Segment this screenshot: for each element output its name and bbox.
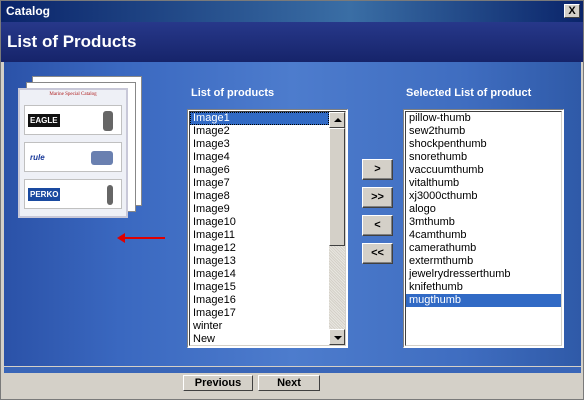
catalog-page-front: Marine Special Catalog EAGLE rule PERKO (18, 88, 128, 218)
catalog-window: Catalog X List of Products Marine Specia… (0, 0, 584, 400)
pointer-arrow-icon (121, 237, 165, 239)
remove-all-button[interactable]: << (362, 243, 393, 264)
list-item[interactable]: Image9 (190, 203, 329, 216)
gps-device-icon (103, 111, 113, 131)
scroll-up-button[interactable] (329, 112, 345, 128)
catalog-product-eagle: EAGLE (24, 105, 122, 135)
list-item[interactable]: Image8 (190, 190, 329, 203)
list-item[interactable]: pillow-thumb (406, 112, 561, 125)
list-item[interactable]: Image11 (190, 229, 329, 242)
list-item[interactable]: vitalthumb (406, 177, 561, 190)
scroll-thumb[interactable] (329, 128, 345, 246)
scroll-up-icon (334, 118, 342, 122)
add-all-button[interactable]: >> (362, 187, 393, 208)
selected-listbox-inner: pillow-thumb sew2thumb shockpenthumb snoret… (405, 111, 562, 346)
pump-icon (91, 151, 113, 165)
list-item[interactable]: Image16 (190, 294, 329, 307)
list-item[interactable]: Image17 (190, 307, 329, 320)
list-item[interactable]: vaccuumthumb (406, 164, 561, 177)
list-item[interactable]: shockpenthumb (406, 138, 561, 151)
list-item[interactable]: snorethumb (406, 151, 561, 164)
scroll-down-button[interactable] (329, 329, 345, 345)
products-listbox-inner: Image1 Image2 Image3 Image4 Image6 Image7 Imag… (189, 111, 346, 346)
list-item[interactable]: mugthumb (406, 294, 561, 307)
list-item[interactable]: Image15 (190, 281, 329, 294)
header-banner: List of Products (1, 22, 583, 62)
list-item[interactable]: alogo (406, 203, 561, 216)
close-button[interactable]: X (564, 4, 580, 18)
selected-items: pillow-thumb sew2thumb shockpenthumb snoret… (406, 112, 561, 307)
next-button[interactable]: Next (258, 375, 320, 391)
list-item[interactable]: winter (190, 320, 329, 333)
catalog-illustration: Marine Special Catalog EAGLE rule PERKO (18, 76, 148, 218)
eagle-logo: EAGLE (28, 114, 60, 127)
catalog-product-rule: rule (24, 142, 122, 172)
list-item[interactable]: knifethumb (406, 281, 561, 294)
list-item[interactable]: 3mthumb (406, 216, 561, 229)
list-item[interactable]: Image4 (190, 151, 329, 164)
list-item[interactable]: camerathumb (406, 242, 561, 255)
products-listbox[interactable]: Image1 Image2 Image3 Image4 Image6 Image7 Imag… (187, 109, 348, 348)
fitting-icon (107, 185, 113, 205)
list-item[interactable]: sew2thumb (406, 125, 561, 138)
list-item[interactable]: Image2 (190, 125, 329, 138)
list-item[interactable]: Image1 (190, 112, 329, 125)
remove-button[interactable]: < (362, 215, 393, 236)
list-item[interactable]: Image6 (190, 164, 329, 177)
catalog-cover-title: Marine Special Catalog (49, 92, 97, 97)
page-title: List of Products (7, 32, 137, 51)
close-icon: X (568, 5, 576, 17)
list-item[interactable]: Image14 (190, 268, 329, 281)
list-item[interactable]: extermthumb (406, 255, 561, 268)
add-button[interactable]: > (362, 159, 393, 180)
previous-button[interactable]: Previous (183, 375, 253, 391)
footer-bar: Previous Next (1, 366, 583, 399)
products-list-label: List of products (191, 87, 275, 99)
list-item[interactable]: Image10 (190, 216, 329, 229)
perko-logo: PERKO (28, 188, 61, 201)
title-bar: Catalog X (1, 1, 583, 22)
rule-logo: rule (28, 151, 47, 164)
products-items: Image1 Image2 Image3 Image4 Image6 Image7 Imag… (190, 112, 329, 345)
selected-listbox[interactable]: pillow-thumb sew2thumb shockpenthumb snoret… (403, 109, 564, 348)
list-item[interactable]: jewelrydresserthumb (406, 268, 561, 281)
list-item[interactable]: Image3 (190, 138, 329, 151)
catalog-product-perko: PERKO (24, 179, 122, 209)
products-scrollbar[interactable] (329, 112, 345, 345)
list-item[interactable]: New (190, 333, 329, 345)
list-item[interactable]: Image13 (190, 255, 329, 268)
footer-accent-stripe (4, 367, 581, 373)
selected-list-label: Selected List of product (406, 87, 532, 99)
list-item[interactable]: Image7 (190, 177, 329, 190)
list-item[interactable]: xj3000cthumb (406, 190, 561, 203)
list-item[interactable]: Image12 (190, 242, 329, 255)
scroll-down-icon (334, 336, 342, 340)
list-item[interactable]: 4camthumb (406, 229, 561, 242)
window-title: Catalog (6, 4, 51, 18)
